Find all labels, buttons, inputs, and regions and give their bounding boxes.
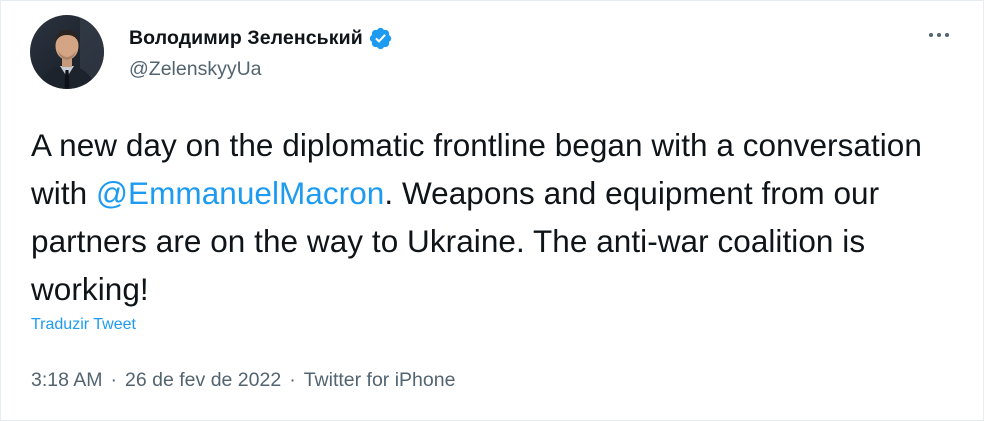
- avatar[interactable]: [30, 15, 104, 89]
- verified-badge-icon: [368, 26, 393, 51]
- meta-separator: ·: [110, 369, 118, 391]
- avatar-image: [30, 15, 104, 89]
- meta-separator: ·: [289, 369, 296, 391]
- tweet-card: Володимир Зеленський @ZelenskyyUa A new …: [0, 0, 984, 421]
- translate-tweet-link[interactable]: Traduzir Tweet: [31, 316, 136, 334]
- author-display-name[interactable]: Володимир Зеленський: [129, 27, 363, 50]
- tweet-text: A new day on the diplomatic frontline be…: [31, 121, 966, 313]
- author-handle[interactable]: @ZelenskyyUa: [129, 58, 262, 81]
- more-options-icon[interactable]: [921, 23, 957, 47]
- tweet-meta: 3:18 AM · 26 de fev de 2022 · Twitter fo…: [31, 369, 455, 392]
- mention-link[interactable]: @EmmanuelMacron: [96, 175, 384, 211]
- author-name-row: Володимир Зеленський: [129, 25, 393, 51]
- tweet-time[interactable]: 3:18 AM: [31, 369, 103, 392]
- tweet-date[interactable]: 26 de fev de 2022: [125, 369, 281, 392]
- tweet-source[interactable]: Twitter for iPhone: [304, 369, 456, 392]
